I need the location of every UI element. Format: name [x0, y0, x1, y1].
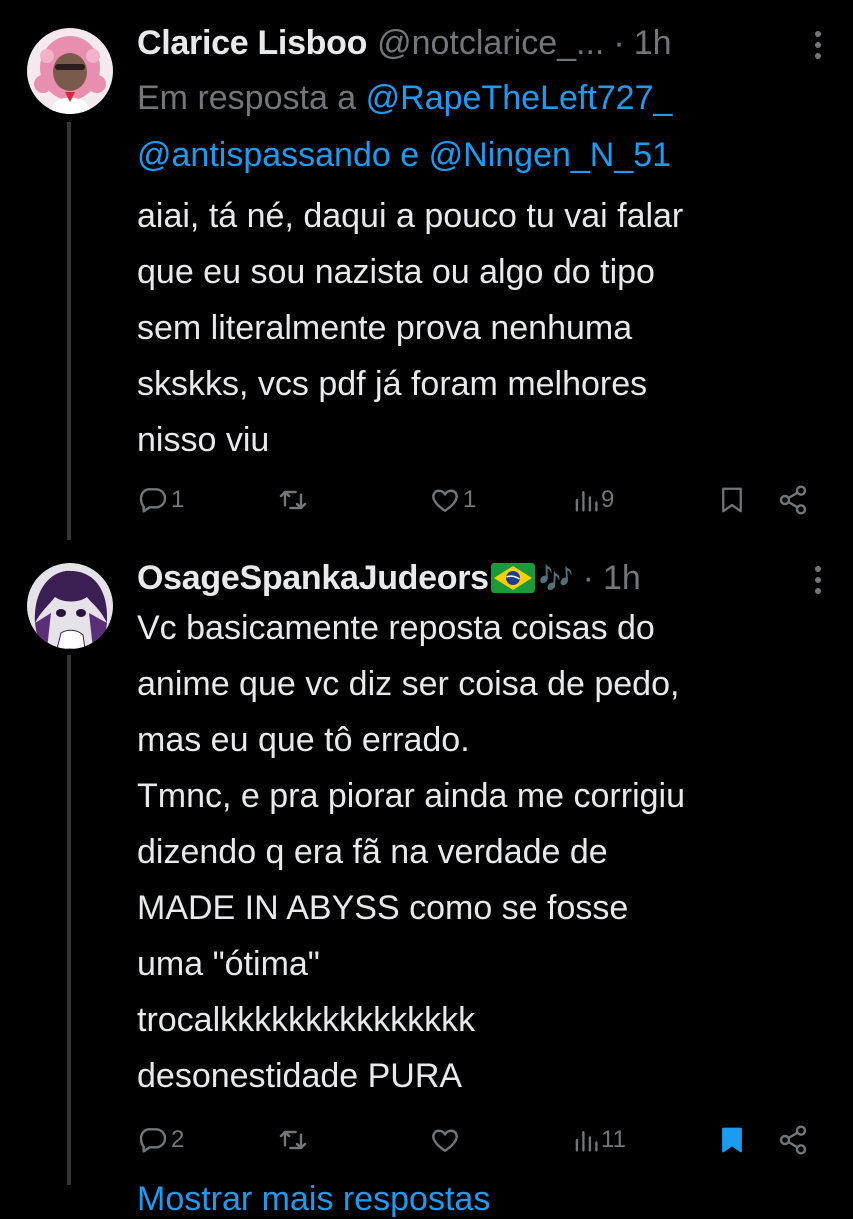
views-icon [575, 491, 598, 512]
more-vertical-icon[interactable] [813, 565, 823, 595]
heart-icon [432, 1129, 458, 1152]
tweet-osage[interactable]: OsageSpankaJudeors 🎶 · 1h Vc basicamente… [0, 545, 853, 1200]
music-notes-emoji: 🎶 [538, 562, 574, 594]
share-icon [779, 485, 807, 515]
retweet-icon [279, 1130, 307, 1150]
bookmark-icon [722, 487, 742, 513]
tweet-clarice[interactable]: Clarice Lisboo @notclarice_... · 1h Em r… [0, 0, 853, 545]
retweet-button[interactable] [277, 1120, 311, 1160]
tweet-header: Clarice Lisboo @notclarice_... · 1h [137, 18, 823, 68]
avatar-image [27, 28, 113, 114]
bookmark-button[interactable] [717, 480, 747, 520]
reply-context: Em resposta a @RapeTheLeft727_ @antispas… [137, 70, 837, 184]
mention-link[interactable]: @Ningen_N_51 [429, 136, 671, 174]
share-icon [779, 1125, 807, 1155]
views-count: 9 [601, 486, 615, 513]
avatar-image [27, 563, 113, 649]
separator-dot: · [582, 558, 594, 597]
tweet-header: OsageSpankaJudeors 🎶 · 1h [137, 553, 823, 603]
separator-dot: · [613, 23, 625, 62]
views-button[interactable]: 9 [573, 480, 614, 520]
tweet-text: aiai, tá né, daqui a pouco tu vai falar … [137, 197, 684, 459]
like-button[interactable]: 1 [429, 480, 476, 520]
timestamp[interactable]: 1h [603, 559, 641, 598]
timestamp[interactable]: 1h [634, 24, 672, 63]
reply-count: 2 [171, 1126, 185, 1153]
share-button[interactable] [777, 480, 809, 520]
author-name[interactable]: OsageSpankaJudeors [137, 559, 489, 598]
tweet-text: Vc basicamente reposta coisas do anime q… [137, 609, 686, 1095]
mention-link[interactable]: @RapeTheLeft727_ [366, 79, 673, 117]
action-bar: 1 1 9 [137, 480, 837, 520]
like-button[interactable] [429, 1120, 463, 1160]
views-icon [575, 1131, 598, 1152]
reply-icon [139, 488, 167, 513]
mention-link[interactable]: @antispassando [137, 136, 391, 174]
reply-button[interactable]: 2 [137, 1120, 184, 1160]
bookmark-button[interactable] [717, 1120, 747, 1160]
retweet-icon [279, 490, 307, 510]
author-name[interactable]: Clarice Lisboo [137, 24, 367, 63]
author-handle[interactable]: @notclarice_... [377, 24, 604, 63]
reply-icon [139, 1128, 167, 1153]
bookmark-icon [722, 1127, 742, 1153]
heart-icon [432, 489, 458, 512]
avatar[interactable] [27, 563, 113, 649]
reply-button[interactable]: 1 [137, 480, 184, 520]
reply-count: 1 [171, 486, 185, 513]
views-count: 11 [601, 1126, 626, 1153]
avatar[interactable] [27, 28, 113, 114]
reply-conjunction: e [400, 136, 420, 174]
action-bar: 2 11 [137, 1120, 837, 1160]
share-button[interactable] [777, 1120, 809, 1160]
views-button[interactable]: 11 [573, 1120, 626, 1160]
brazil-flag-icon [490, 563, 535, 593]
like-count: 1 [463, 486, 477, 513]
retweet-button[interactable] [277, 480, 311, 520]
more-vertical-icon[interactable] [813, 30, 823, 60]
reply-prefix: Em resposta a [137, 79, 357, 117]
